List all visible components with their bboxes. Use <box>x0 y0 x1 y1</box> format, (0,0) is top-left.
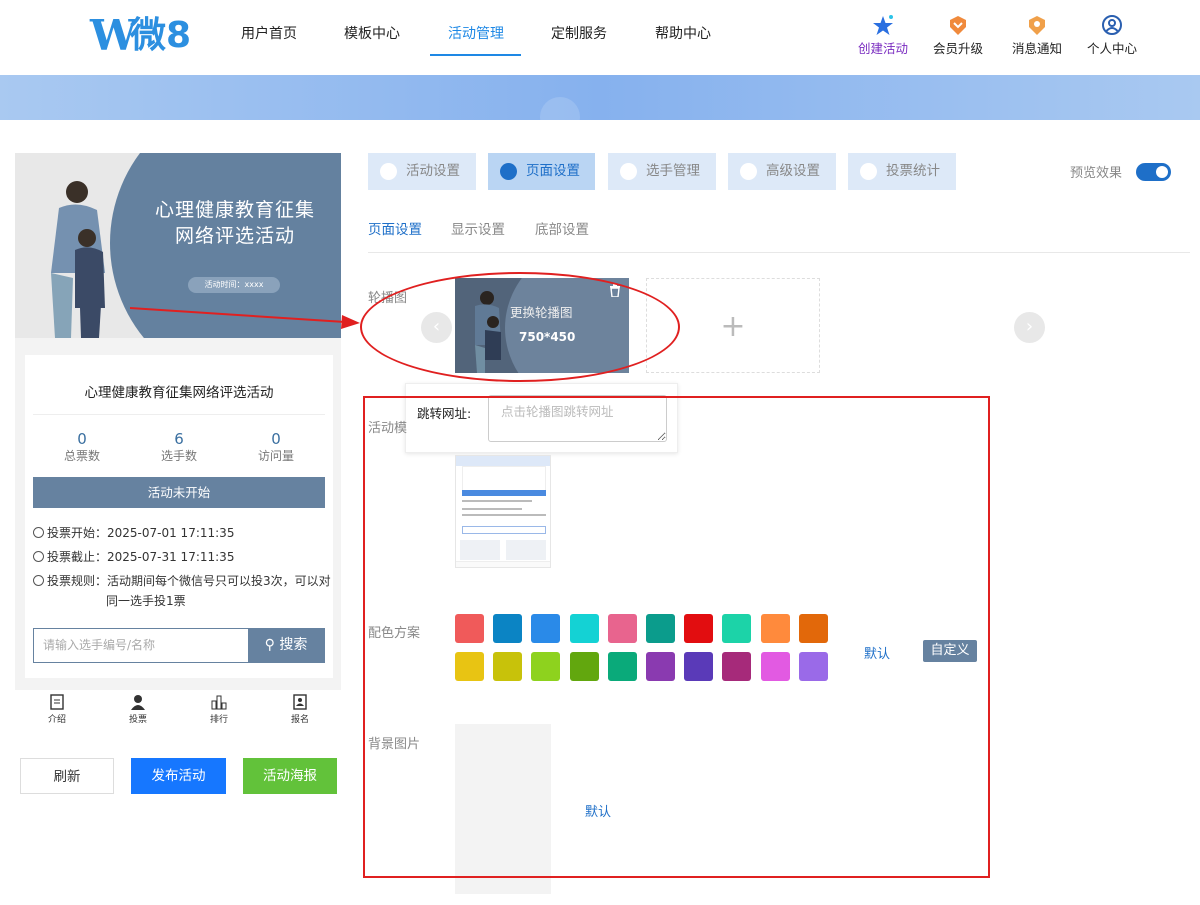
tab-label: 选手管理 <box>646 163 700 179</box>
user-icon <box>620 163 637 180</box>
search-icon: ⚲ <box>264 637 275 653</box>
refresh-button[interactable]: 刷新 <box>20 758 114 794</box>
intro-icon <box>50 694 64 710</box>
vote-rule-line1: 投票规则：活动期间每个微信号只可以投3次，可以对 <box>47 574 331 588</box>
stat-value: 0 <box>77 430 87 448</box>
menu-templates[interactable]: 模板中心 <box>344 0 400 75</box>
bottom-nav-label: 排行 <box>209 715 228 725</box>
tab-page-settings[interactable]: 页面设置 <box>488 153 595 190</box>
tab-vote-statistics[interactable]: 投票统计 <box>848 153 956 190</box>
activity-poster-button[interactable]: 活动海报 <box>243 758 337 794</box>
heart-icon <box>380 163 397 180</box>
banner <box>0 75 1200 137</box>
subtab-divider <box>368 252 1190 253</box>
bottom-nav-label: 介绍 <box>47 715 66 725</box>
tab-advanced-settings[interactable]: 高级设置 <box>728 153 836 190</box>
stat-visits: 0 访问量 <box>236 431 316 464</box>
annotation-ellipse <box>360 272 680 382</box>
poster-title-line2: 网络评选活动 <box>174 225 295 247</box>
vote-rule-info: 投票规则：活动期间每个微信号只可以投3次，可以对同一选手投1票 <box>33 573 331 609</box>
search-input[interactable]: 请输入选手编号/名称 <box>43 629 155 662</box>
vote-start-info: 投票开始：2025-07-01 17:11:35 <box>33 525 234 541</box>
divider <box>33 414 325 415</box>
vip-icon <box>928 14 988 36</box>
carousel-next-arrow[interactable]: › <box>1014 312 1045 343</box>
create-activity-label: 创建活动 <box>857 41 908 56</box>
logo-text: 微8 <box>130 15 192 56</box>
tab-label: 高级设置 <box>766 163 820 179</box>
stat-label: 访问量 <box>257 449 294 463</box>
clock-icon <box>33 551 44 562</box>
info-icon <box>33 575 44 586</box>
annotation-box <box>363 396 990 878</box>
vote-end-info: 投票截止：2025-07-31 17:11:35 <box>33 549 234 565</box>
menu-help[interactable]: 帮助中心 <box>655 0 711 75</box>
stat-total-votes: 0 总票数 <box>42 431 122 464</box>
mobile-preview: 心理健康教育征集 网络评选活动 活动时间：xxxx 心理健康教育征集网络评选活动… <box>15 153 341 693</box>
bottom-nav-vote[interactable]: 投票 <box>113 694 163 725</box>
stat-value: 6 <box>174 430 184 448</box>
ranking-icon <box>211 695 227 710</box>
tab-label: 投票统计 <box>886 163 940 179</box>
toggle-knob <box>1156 166 1168 178</box>
activity-status-bar: 活动未开始 <box>33 477 325 508</box>
logo[interactable]: W 微8 <box>90 14 220 58</box>
bell-icon <box>1007 14 1067 36</box>
menu-home[interactable]: 用户首页 <box>241 0 297 75</box>
search-button-label: 搜索 <box>279 637 308 653</box>
vote-start-text: 投票开始：2025-07-01 17:11:35 <box>47 526 235 540</box>
user-icon <box>1082 14 1142 36</box>
vip-upgrade-label: 会员升级 <box>932 41 983 56</box>
preview-bottom-nav: 介绍 投票 排行 报名 <box>15 690 341 730</box>
subtab-display-settings[interactable]: 显示设置 <box>451 218 505 238</box>
bottom-nav-label: 投票 <box>128 715 147 725</box>
create-activity-button[interactable]: 创建活动 <box>853 14 913 57</box>
bottom-nav-ranking[interactable]: 排行 <box>194 694 244 725</box>
poster-time: 活动时间：xxxx <box>188 277 280 293</box>
tab-label: 活动设置 <box>406 163 460 179</box>
stats-icon <box>860 163 877 180</box>
tab-label: 页面设置 <box>526 163 580 179</box>
signup-icon <box>293 694 307 710</box>
vote-icon <box>131 695 145 710</box>
percent-icon <box>740 163 757 180</box>
publish-activity-button[interactable]: 发布活动 <box>131 758 226 794</box>
stat-value: 0 <box>271 430 281 448</box>
activity-card: 心理健康教育征集网络评选活动 0 总票数 6 选手数 0 访问量 活动未开始 投… <box>25 355 333 678</box>
bottom-nav-intro[interactable]: 介绍 <box>32 694 82 725</box>
notifications-button[interactable]: 消息通知 <box>1007 14 1067 57</box>
vote-rule-line2: 同一选手投1票 <box>106 594 186 608</box>
bottom-nav-label: 报名 <box>290 715 309 725</box>
preview-effect-label: 预览效果 <box>1070 166 1123 181</box>
vip-upgrade-button[interactable]: 会员升级 <box>928 14 988 57</box>
vote-end-text: 投票截止：2025-07-31 17:11:35 <box>47 550 235 564</box>
star-icon <box>853 14 913 36</box>
subtab-page-settings[interactable]: 页面设置 <box>368 218 422 238</box>
tab-contestant-management[interactable]: 选手管理 <box>608 153 716 190</box>
stat-label: 选手数 <box>160 449 197 463</box>
poster-illustration <box>51 181 105 338</box>
personal-center-button[interactable]: 个人中心 <box>1082 14 1142 57</box>
contestant-search: 请输入选手编号/名称 ⚲ 搜索 <box>33 628 325 663</box>
search-button[interactable]: ⚲ 搜索 <box>248 629 324 662</box>
tab-activity-settings[interactable]: 活动设置 <box>368 153 476 190</box>
preview-toggle[interactable] <box>1136 163 1171 181</box>
annotation-arrow <box>130 307 360 329</box>
poster-title: 心理健康教育征集 网络评选活动 <box>145 197 325 249</box>
menu-custom-service[interactable]: 定制服务 <box>551 0 607 75</box>
subtab-footer-settings[interactable]: 底部设置 <box>535 218 589 238</box>
personal-center-label: 个人中心 <box>1086 41 1137 56</box>
active-menu-underline <box>430 54 521 56</box>
menu-activity-management[interactable]: 活动管理 <box>448 0 504 75</box>
activity-title: 心理健康教育征集网络评选活动 <box>84 385 274 401</box>
poster-title-line1: 心理健康教育征集 <box>154 199 315 221</box>
notifications-label: 消息通知 <box>1011 41 1062 56</box>
layout-icon <box>500 163 517 180</box>
stat-label: 总票数 <box>63 449 100 463</box>
clock-icon <box>33 527 44 538</box>
stat-contestants: 6 选手数 <box>139 431 219 464</box>
bottom-nav-signup[interactable]: 报名 <box>275 694 325 725</box>
top-nav: W 微8 用户首页 模板中心 活动管理 定制服务 帮助中心 创建活动 会员升级 … <box>0 0 1200 75</box>
